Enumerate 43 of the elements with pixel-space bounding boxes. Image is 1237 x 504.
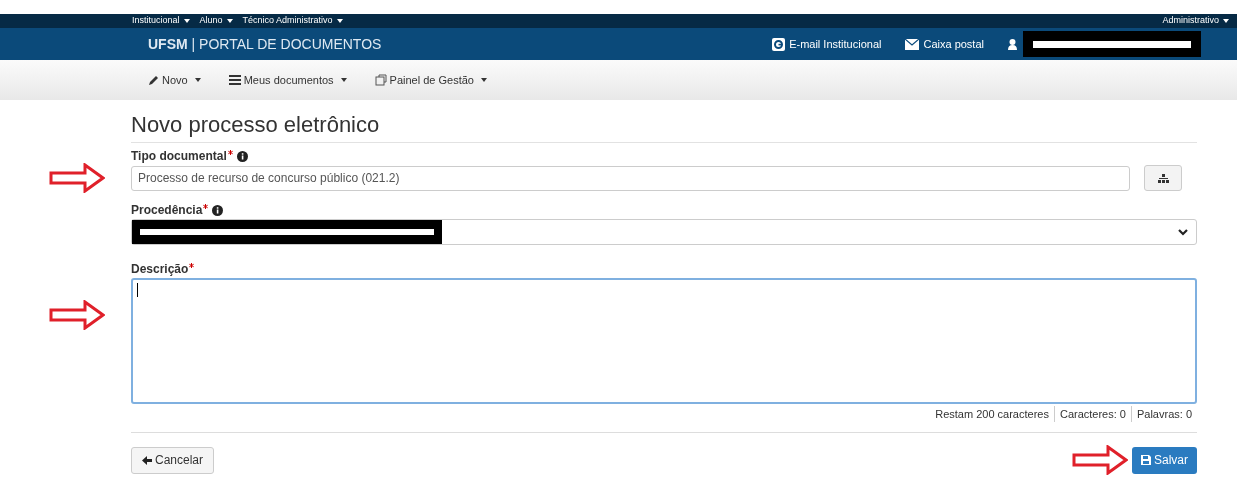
field-label: Tipo documental [131,148,227,165]
brand-title[interactable]: UFSM | PORTAL DE DOCUMENTOS [148,33,382,55]
caret-icon [194,78,201,82]
header-link[interactable]: Caixa postal [905,35,984,53]
caret-icon [183,19,190,23]
cancel-button[interactable]: Cancelar [131,446,215,474]
caret-icon [1223,19,1229,23]
description-field[interactable] [131,278,1197,404]
top-menu-item[interactable]: Institucional [132,14,190,28]
page-title: Novo processo eletrônico [131,111,381,139]
top-menu-item[interactable]: Aluno [199,14,233,28]
caret-icon [226,19,233,23]
caret-icon [336,19,343,23]
arrow-left-icon [142,455,152,465]
text-cursor-icon [137,283,138,297]
pointer-arrow-drawing [1072,445,1128,475]
menu-item[interactable]: Meus documentos [228,71,347,89]
pencil-icon [148,74,159,86]
top-menu-item[interactable]: Administrativo [1162,14,1229,28]
caret-icon [340,78,347,82]
origin-select[interactable] [131,219,1197,245]
hierarchy-button[interactable] [1144,165,1182,191]
counter-text: Palavras: 0 [1130,405,1197,423]
top-menu-item[interactable]: Técnico Administrativo [242,14,343,28]
hierarchy-icon [1157,173,1169,183]
counter-text: Caracteres: 0 [1053,405,1131,423]
counter-text: Restam 200 caracteres [934,406,1050,422]
header-link[interactable]: E-mail Institucional [772,35,882,53]
document-type-field[interactable]: Processo de recurso de concurso público (021.2) [131,165,1130,191]
user-icon [1008,38,1017,50]
panel-icon [374,74,387,86]
save-button[interactable]: Salvar [1132,446,1197,474]
field-label: Descrição [131,261,189,278]
g-letter-icon [772,37,786,51]
caret-icon [480,78,487,82]
chevron-down-icon [1178,228,1188,236]
pointer-arrow-drawing [49,163,105,193]
envelope-icon [905,38,920,50]
pointer-arrow-drawing [49,300,105,330]
menu-item[interactable]: Painel de Gestão [374,71,487,89]
list-icon [228,75,241,85]
field-label: Procedência [131,202,203,219]
menu-item[interactable]: Novo [148,71,201,89]
